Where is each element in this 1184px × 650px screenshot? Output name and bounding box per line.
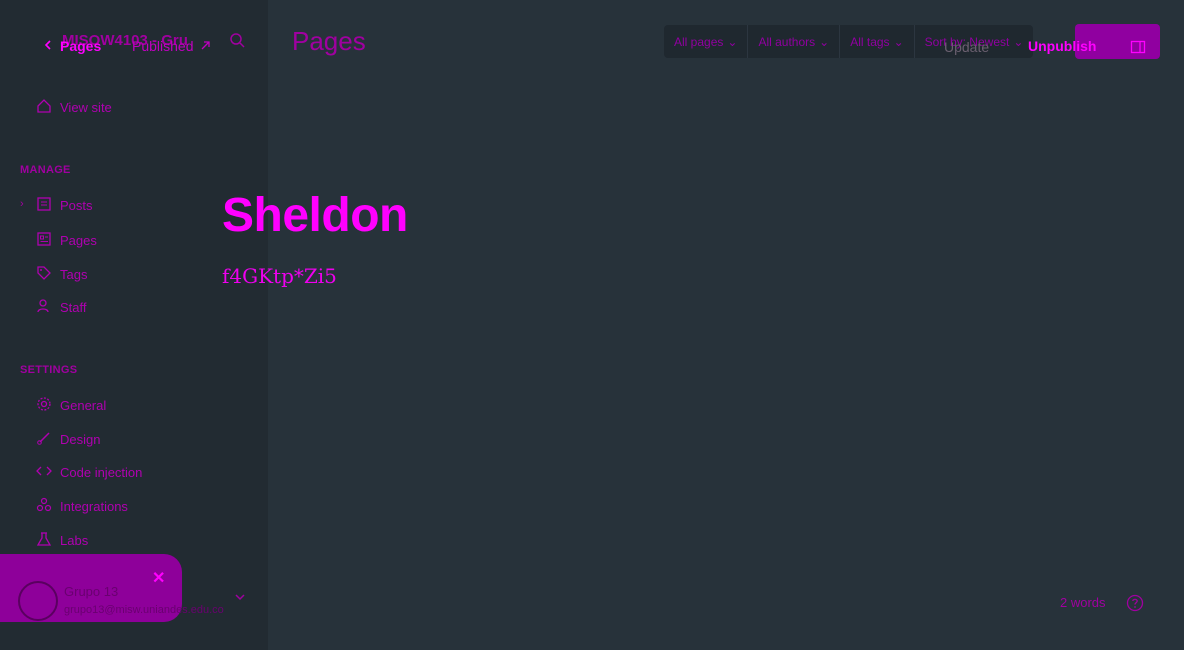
sidebar-item-labs[interactable]: Labs — [36, 531, 88, 550]
user-toast[interactable]: Grupo 13 grupo13@misw.uniandes.edu.co ✕ — [0, 554, 224, 622]
sidebar-item-label: Tags — [60, 267, 88, 282]
help-icon[interactable] — [1126, 594, 1144, 617]
sidebar-item-label: Code injection — [60, 465, 143, 480]
sidebar: MISOW4103 - Gru View site MANAGE › Posts… — [0, 0, 268, 650]
sidebar-item-label: Integrations — [60, 499, 128, 514]
sidebar-item-integrations[interactable]: Integrations — [36, 497, 128, 516]
sidebar-item-pages[interactable]: Pages — [36, 231, 97, 250]
sidebar-item-label: Staff — [60, 300, 87, 315]
chevron-down-icon[interactable] — [234, 590, 246, 608]
post-status-link[interactable]: Published — [132, 38, 211, 54]
sidebar-item-staff[interactable]: Staff — [36, 298, 87, 317]
update-button[interactable]: Update — [944, 39, 989, 55]
gear-icon — [36, 396, 52, 415]
staff-icon — [36, 298, 52, 317]
status-label: Published — [132, 38, 194, 54]
view-site-link[interactable]: View site — [36, 98, 112, 117]
back-to-pages-link[interactable]: Pages — [44, 38, 101, 54]
back-label: Pages — [60, 38, 102, 54]
post-body[interactable]: f4GKtp*Zi5 — [222, 264, 337, 288]
code-icon — [36, 463, 52, 482]
close-icon[interactable]: ✕ — [152, 568, 165, 588]
chevron-right-icon[interactable]: › — [20, 198, 24, 210]
sidebar-item-label: Pages — [60, 233, 97, 248]
post-title[interactable]: Sheldon — [222, 188, 408, 243]
chevron-left-icon — [44, 38, 52, 54]
pages-icon — [36, 231, 52, 250]
settings-section-label: SETTINGS — [20, 364, 78, 376]
posts-icon — [36, 196, 52, 215]
external-link-icon — [200, 38, 211, 54]
sidebar-item-label: Design — [60, 432, 101, 447]
sidebar-toggle-icon[interactable] — [1130, 39, 1146, 60]
user-email: grupo13@misw.uniandes.edu.co — [64, 604, 224, 616]
sidebar-item-code-injection[interactable]: Code injection — [36, 463, 142, 482]
sidebar-item-label: Labs — [60, 533, 89, 548]
sidebar-item-general[interactable]: General — [36, 396, 106, 415]
manage-section-label: MANAGE — [20, 164, 71, 176]
home-icon — [36, 98, 52, 117]
unpublish-button[interactable]: Unpublish — [1028, 38, 1096, 54]
tag-icon — [36, 265, 52, 284]
sidebar-item-label: Posts — [60, 198, 93, 213]
sidebar-item-design[interactable]: Design — [36, 430, 100, 449]
sidebar-item-label: General — [60, 398, 107, 413]
user-name: Grupo 13 — [64, 584, 119, 599]
integrations-icon — [36, 497, 52, 516]
flask-icon — [36, 531, 52, 550]
sidebar-item-posts[interactable]: Posts — [36, 196, 93, 215]
word-count: 2 words — [1060, 595, 1106, 610]
editor-header: Pages Published Update Unpublish — [0, 0, 1184, 90]
sidebar-item-tags[interactable]: Tags — [36, 265, 87, 284]
view-site-label: View site — [60, 100, 112, 115]
avatar — [18, 581, 58, 621]
brush-icon — [36, 430, 52, 449]
